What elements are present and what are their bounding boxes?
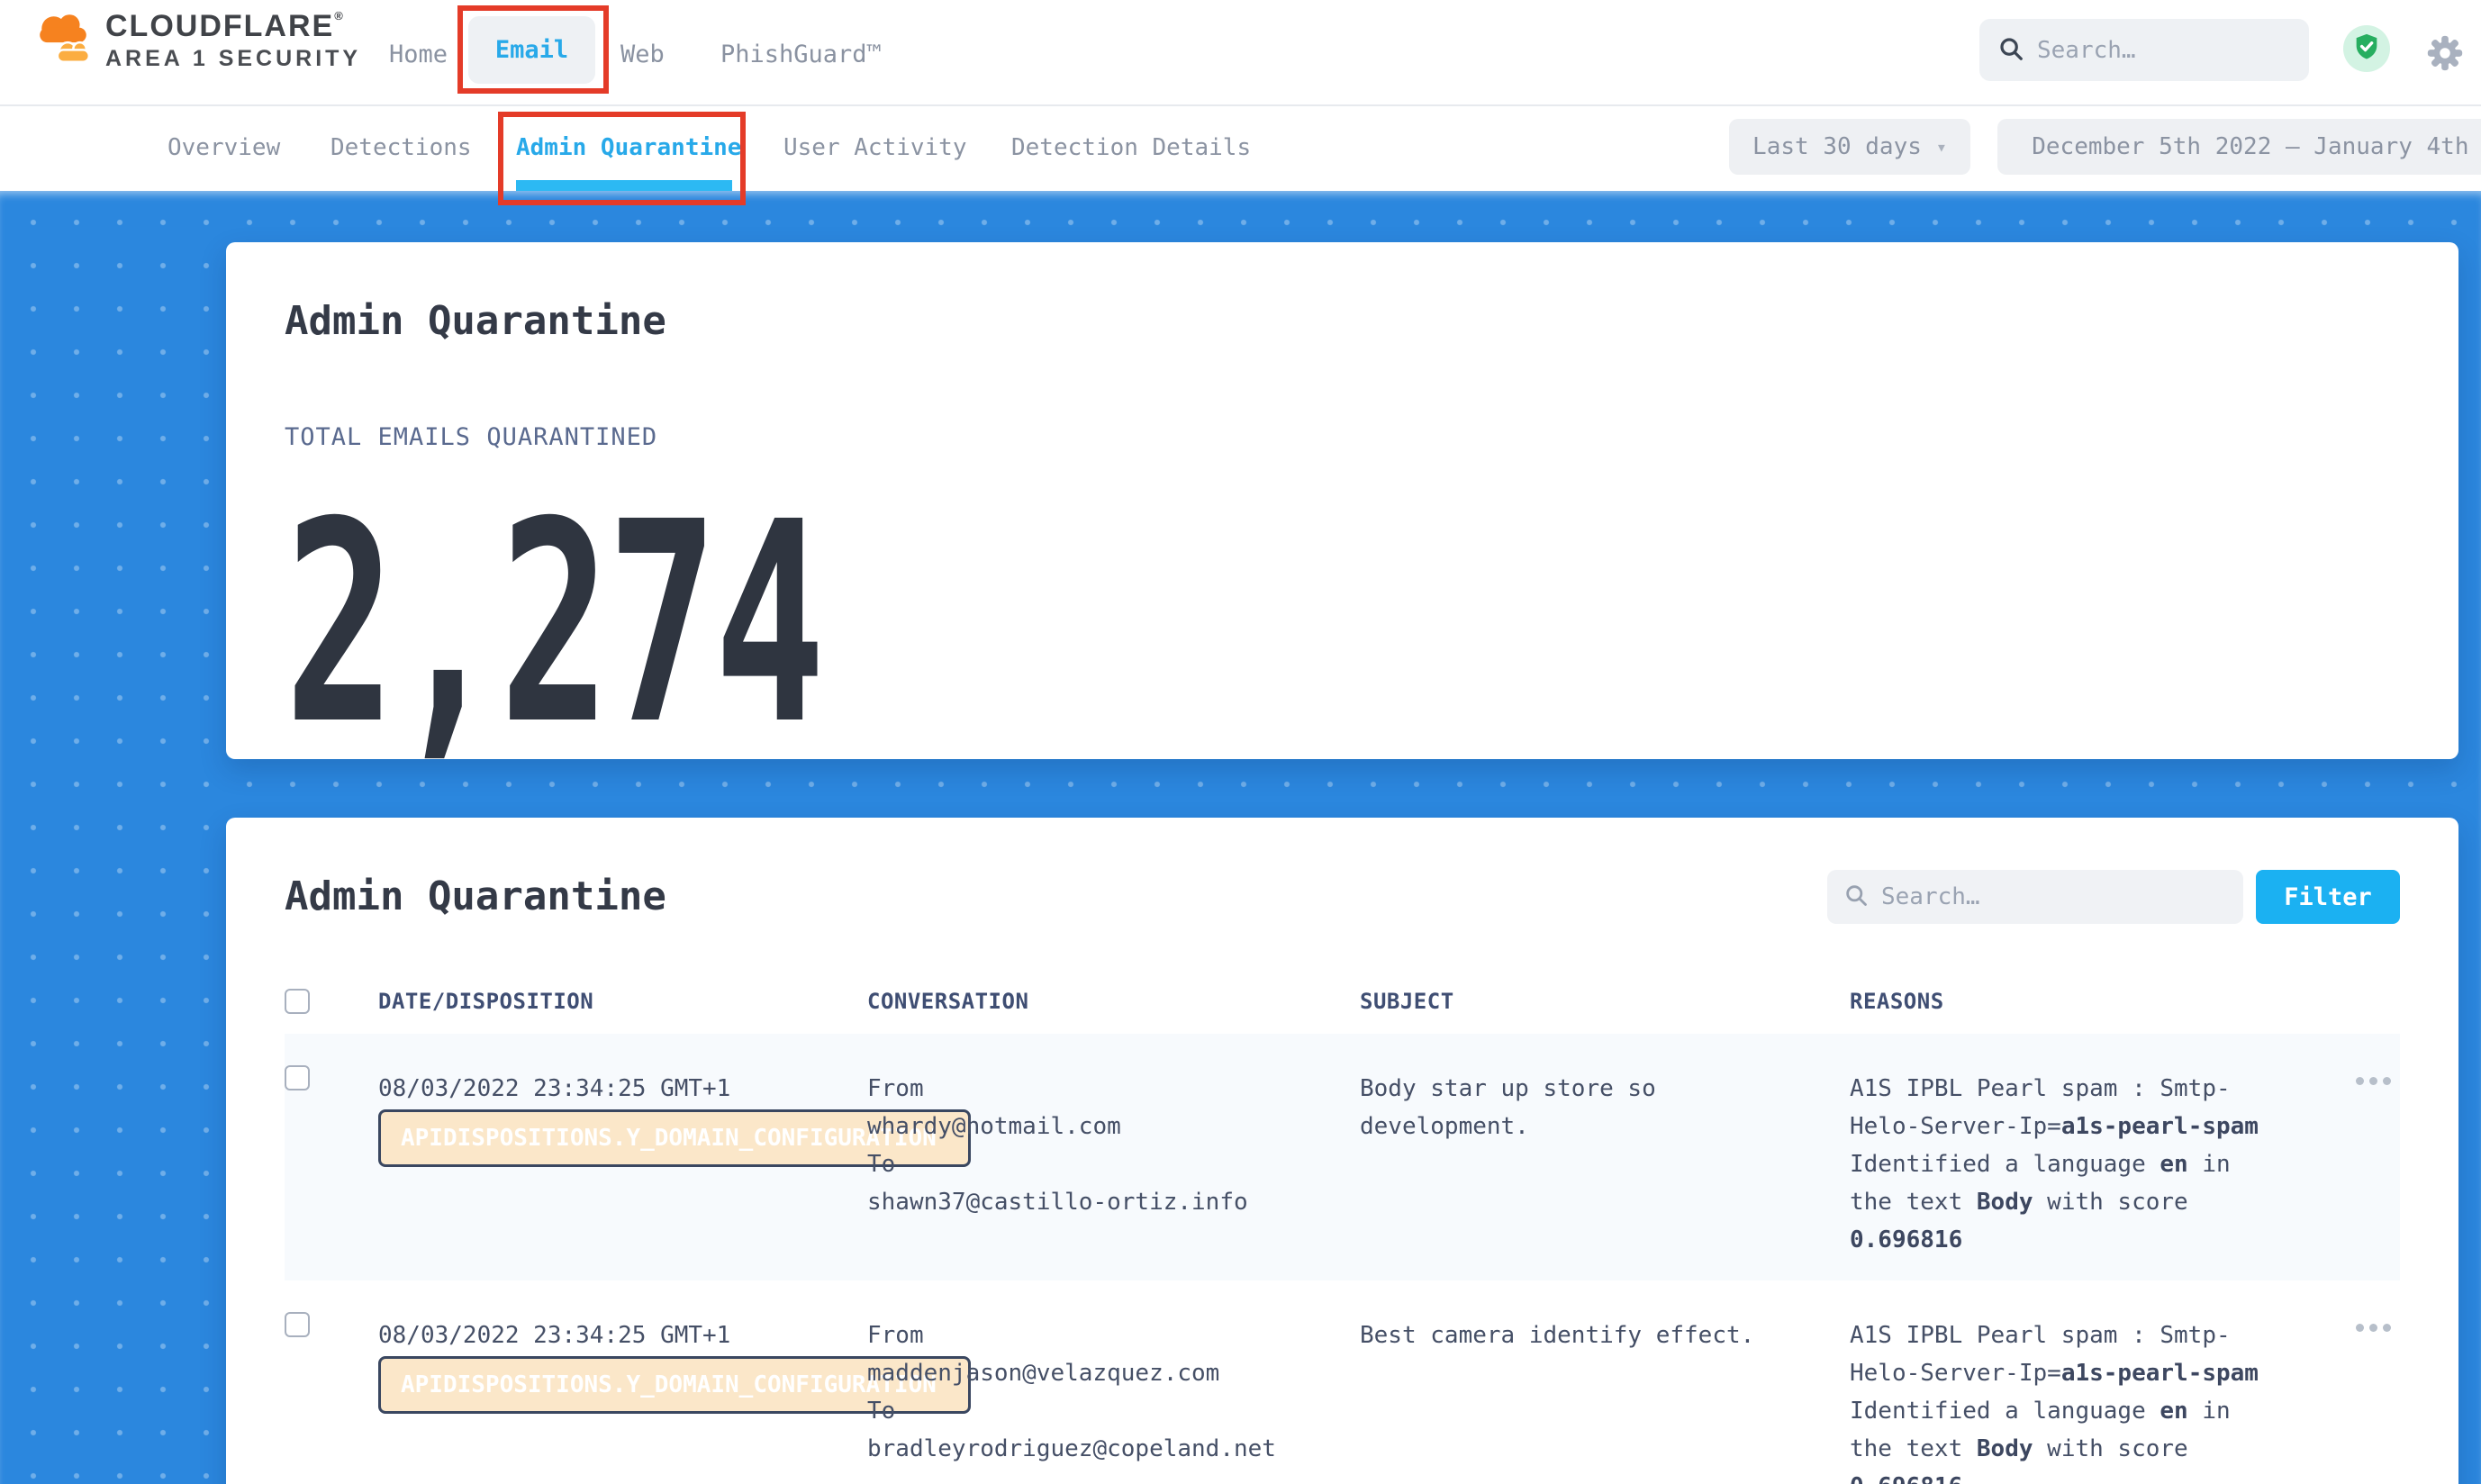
table-row: 08/03/2022 23:34:25 GMT+1 From whardy@ho… <box>285 1034 2400 1280</box>
summary-card-title: Admin Quarantine <box>285 298 2400 345</box>
search-icon <box>1843 882 1869 911</box>
conversation-cell: From whardy@hotmail.com To shawn37@casti… <box>867 1070 1360 1221</box>
tab-overview[interactable]: Overview <box>168 134 280 161</box>
column-reasons: REASONS <box>1850 989 2356 1014</box>
security-status-button[interactable] <box>2343 25 2390 72</box>
top-header: CLOUDFLARE® AREA 1 SECURITY Home Email W… <box>0 0 2481 106</box>
to-address: shawn37@castillo-ortiz.info <box>867 1183 1360 1221</box>
to-label: To <box>867 1145 1360 1183</box>
metric-label: TOTAL EMAILS QUARANTINED <box>285 423 2400 451</box>
table-search[interactable] <box>1827 870 2243 924</box>
row-checkbox[interactable] <box>285 1065 310 1090</box>
table-row: 08/03/2022 23:34:25 GMT+1 From maddenjas… <box>285 1280 2400 1484</box>
date-range-picker[interactable]: December 5th 2022 — January 4th 2023 <box>1997 119 2481 175</box>
tab-detections[interactable]: Detections <box>330 134 472 161</box>
shield-check-icon <box>2351 32 2382 66</box>
email-section-tabs: Overview Detections Admin Quarantine Use… <box>0 106 2481 191</box>
row-date: 08/03/2022 23:34:25 GMT+1 <box>378 1317 867 1354</box>
to-address: bradleyrodriguez@copeland.net <box>867 1430 1360 1468</box>
nav-item-phishguard[interactable]: PhishGuard™ <box>720 41 882 68</box>
column-subject: SUBJECT <box>1360 989 1850 1014</box>
tab-detection-details[interactable]: Detection Details <box>1011 134 1251 161</box>
filter-button[interactable]: Filter <box>2256 870 2400 924</box>
main-content: Admin Quarantine TOTAL EMAILS QUARANTINE… <box>0 191 2481 1484</box>
gear-icon <box>2424 60 2466 77</box>
row-checkbox[interactable] <box>285 1312 310 1337</box>
nav-item-home[interactable]: Home <box>389 41 448 68</box>
trademark-symbol: ® <box>334 9 345 23</box>
row-actions-button[interactable] <box>2356 1317 2400 1332</box>
ellipsis-icon <box>2356 1324 2364 1332</box>
nav-item-web[interactable]: Web <box>620 41 665 68</box>
column-conversation: CONVERSATION <box>867 989 1360 1014</box>
tab-user-activity[interactable]: User Activity <box>783 134 967 161</box>
date-disposition-cell: 08/03/2022 23:34:25 GMT+1 <box>378 1070 867 1108</box>
from-label: From <box>867 1070 1360 1108</box>
table-header-row: DATE/DISPOSITION CONVERSATION SUBJECT RE… <box>285 989 2400 1034</box>
date-range-preset-dropdown[interactable]: Last 30 days ▾ <box>1729 119 1970 175</box>
summary-card: Admin Quarantine TOTAL EMAILS QUARANTINE… <box>226 242 2458 759</box>
table-search-input[interactable] <box>1881 883 2227 910</box>
date-disposition-cell: 08/03/2022 23:34:25 GMT+1 <box>378 1317 867 1354</box>
settings-button[interactable] <box>2424 32 2466 77</box>
column-date-disposition: DATE/DISPOSITION <box>378 989 867 1014</box>
cloudflare-logo[interactable]: CLOUDFLARE® AREA 1 SECURITY <box>33 9 361 72</box>
active-tab-underline <box>516 180 732 191</box>
global-search-input[interactable] <box>2037 37 2291 64</box>
from-address: whardy@hotmail.com <box>867 1108 1360 1145</box>
from-label: From <box>867 1317 1360 1354</box>
reasons-cell: A1S IPBL Pearl spam : Smtp-Helo-Server-I… <box>1850 1070 2309 1259</box>
search-icon <box>1997 35 2024 66</box>
select-all-checkbox[interactable] <box>285 989 310 1014</box>
reasons-cell: A1S IPBL Pearl spam : Smtp-Helo-Server-I… <box>1850 1317 2309 1484</box>
row-date: 08/03/2022 23:34:25 GMT+1 <box>378 1070 867 1108</box>
brand-name: CLOUDFLARE® <box>105 9 361 44</box>
quarantine-table-card: Admin Quarantine Filter DATE/DISPOSITION… <box>226 818 2458 1484</box>
ellipsis-icon <box>2356 1077 2364 1085</box>
subject-cell: Best camera identify effect. <box>1360 1317 1783 1354</box>
from-address: maddenjason@velazquez.com <box>867 1354 1360 1392</box>
global-search[interactable] <box>1979 19 2309 81</box>
to-label: To <box>867 1392 1360 1430</box>
tab-admin-quarantine[interactable]: Admin Quarantine <box>516 134 741 161</box>
cloudflare-cloud-icon <box>33 9 93 72</box>
row-actions-button[interactable] <box>2356 1070 2400 1085</box>
table-card-title: Admin Quarantine <box>285 873 666 920</box>
metric-value: 2,274 <box>285 487 2400 765</box>
brand-subtitle: AREA 1 SECURITY <box>105 46 361 72</box>
subject-cell: Body star up store so development. <box>1360 1070 1783 1145</box>
nav-item-email[interactable]: Email <box>468 16 595 84</box>
chevron-down-icon: ▾ <box>1936 136 1947 158</box>
conversation-cell: From maddenjason@velazquez.com To bradle… <box>867 1317 1360 1468</box>
